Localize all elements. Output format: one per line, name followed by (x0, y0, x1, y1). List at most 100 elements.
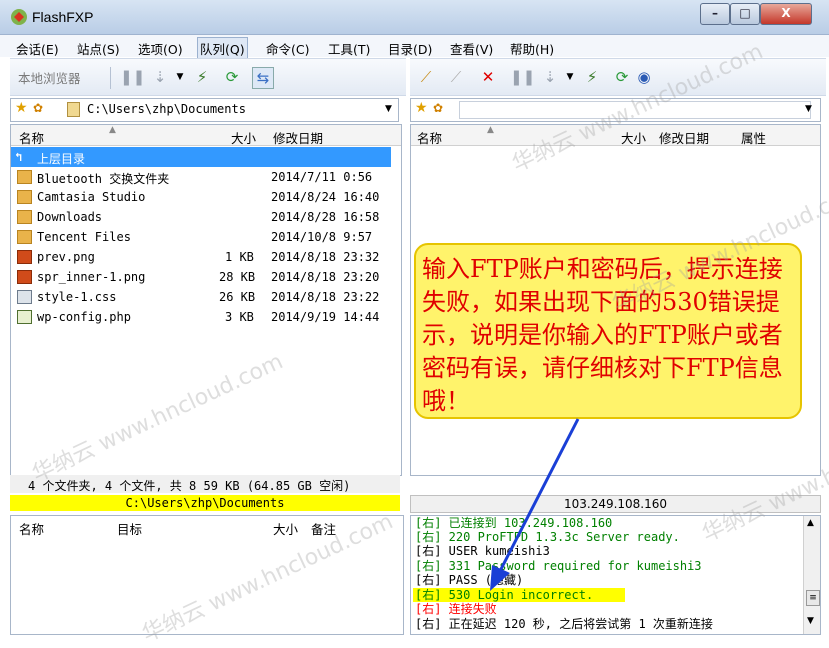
list-item[interactable]: Tencent Files 2014/10/8 9:57 (11, 227, 399, 247)
favorites-icon[interactable]: ✿ (33, 101, 43, 115)
toolbar-separator (110, 67, 111, 89)
menu-tools[interactable]: 工具(T) (328, 39, 370, 58)
column-name[interactable]: 名称 (19, 519, 44, 538)
chevron-down-icon[interactable]: ▼ (385, 104, 392, 114)
flashfxp-logo-icon (11, 9, 27, 25)
column-header-row: 名称 ▲ 大小 修改日期 (11, 125, 401, 146)
connect-icon[interactable]: ⚡ (192, 67, 212, 87)
window-title: FlashFXP (32, 9, 94, 25)
local-path-combo[interactable]: ★ ✿ C:\Users\zhp\Documents ▼ (10, 98, 399, 122)
folder-icon (17, 210, 32, 224)
file-name: wp-config.php (37, 310, 131, 324)
chevron-down-icon[interactable]: ▼ (805, 104, 812, 114)
log-line: [右] 连接失败 (415, 602, 497, 616)
folder-icon (17, 230, 32, 244)
scroll-thumb[interactable]: ≡ (806, 590, 820, 606)
file-size: 3 KB (225, 310, 254, 324)
session-log[interactable]: [右] 已连接到 103.249.108.160 [右] 220 ProFTPD… (410, 515, 821, 635)
annotation-arrow-icon (490, 418, 580, 591)
local-browser-button[interactable]: 本地浏览器 (18, 68, 81, 87)
file-date: 2014/8/18 23:22 (271, 290, 380, 304)
folder-icon (17, 190, 32, 204)
chevron-down-icon[interactable]: ▼ (170, 67, 190, 87)
file-name: Tencent Files (37, 230, 131, 244)
close-button[interactable]: X (760, 3, 812, 25)
local-path-bar: C:\Users\zhp\Documents (10, 495, 400, 511)
column-attributes[interactable]: 属性 (741, 128, 766, 147)
list-item-parent-dir[interactable]: ↰ 上层目录 (11, 147, 391, 167)
column-size[interactable]: 大小 (621, 128, 646, 147)
star-icon[interactable]: ★ (415, 100, 428, 116)
file-date: 2014/8/24 16:40 (271, 190, 380, 204)
column-name[interactable]: 名称 (19, 128, 44, 147)
file-name: style-1.css (37, 290, 117, 304)
list-item[interactable]: wp-config.php 3 KB 2014/9/19 14:44 (11, 307, 399, 327)
annotation-callout: 输入FTP账户和密码后，提示连接失败，如果出现下面的530错误提示，说明是你输入… (414, 243, 802, 419)
list-item[interactable]: spr_inner-1.png 28 KB 2014/8/18 23:20 (11, 267, 399, 287)
php-file-icon (17, 310, 32, 324)
file-name: 上层目录 (37, 152, 86, 166)
file-size: 26 KB (219, 290, 256, 304)
file-name: spr_inner-1.png (37, 270, 146, 284)
scroll-down-icon[interactable]: ▼ (807, 616, 814, 626)
list-item[interactable]: Downloads 2014/8/28 16:58 (11, 207, 399, 227)
connect-icon[interactable]: ⚡ (582, 67, 602, 87)
folder-icon (17, 170, 32, 184)
transfer-icon[interactable]: ⇣ (150, 67, 170, 87)
connect-icon[interactable]: ⟋ (416, 67, 436, 87)
star-icon[interactable]: ★ (15, 100, 28, 116)
sync-icon[interactable]: ⇆ (252, 67, 274, 89)
title-bar: FlashFXP – □ X (0, 0, 829, 35)
column-size[interactable]: 大小 (231, 128, 256, 147)
menu-sites[interactable]: 站点(S) (77, 39, 120, 58)
file-date: 2014/8/18 23:32 (271, 250, 380, 264)
local-status-text: 4 个文件夹, 4 个文件, 共 8 59 KB (64.85 GB 空闲) (28, 479, 351, 493)
minimize-button[interactable]: – (700, 3, 730, 25)
sort-asc-icon: ▲ (109, 125, 116, 135)
file-name: Camtasia Studio (37, 190, 146, 204)
favorites-icon[interactable]: ✿ (433, 101, 443, 115)
menu-help[interactable]: 帮助(H) (510, 39, 554, 58)
column-date[interactable]: 修改日期 (659, 128, 709, 147)
file-size: 28 KB (219, 270, 256, 284)
refresh-icon[interactable]: ⟳ (222, 67, 242, 87)
menu-commands[interactable]: 命令(C) (266, 39, 309, 58)
maximize-button[interactable]: □ (730, 3, 760, 25)
column-name[interactable]: 名称 (417, 128, 442, 147)
sort-asc-icon: ▲ (487, 125, 494, 135)
scroll-up-icon[interactable]: ▲ (807, 518, 814, 528)
file-name: prev.png (37, 250, 95, 264)
menu-view[interactable]: 查看(V) (450, 39, 493, 58)
menu-directory[interactable]: 目录(D) (388, 39, 432, 58)
local-toolbar: 本地浏览器 ❚❚ ⇣ ▼ ⚡ ⟳ ⇆ (10, 58, 406, 96)
column-target[interactable]: 目标 (117, 519, 142, 538)
file-date: 2014/9/19 14:44 (271, 310, 380, 324)
annotation-text: 输入FTP账户和密码后，提示连接失败，如果出现下面的530错误提示，说明是你输入… (422, 255, 783, 415)
log-scrollbar[interactable]: ▲ ≡ ▼ (803, 516, 820, 634)
menu-queue[interactable]: 队列(Q) (197, 37, 248, 60)
transfer-icon[interactable]: ⇣ (540, 67, 560, 87)
pause-icon[interactable]: ❚❚ (120, 67, 145, 87)
file-name: Downloads (37, 210, 103, 224)
abort-icon[interactable]: ✕ (478, 67, 498, 87)
menu-options[interactable]: 选项(O) (138, 39, 183, 58)
file-date: 2014/8/18 23:20 (271, 270, 380, 284)
disconnect-icon[interactable]: ⟋ (446, 67, 466, 87)
file-date: 2014/8/28 16:58 (271, 210, 380, 224)
file-name: Bluetooth 交换文件夹 (37, 172, 170, 186)
pause-icon[interactable]: ❚❚ (510, 67, 535, 87)
folder-icon (67, 102, 80, 117)
refresh-icon[interactable]: ⟳ (612, 67, 632, 87)
list-item[interactable]: style-1.css 26 KB 2014/8/18 23:22 (11, 287, 399, 307)
image-file-icon (17, 270, 32, 284)
local-file-list[interactable]: 名称 ▲ 大小 修改日期 ↰ 上层目录 Bluetooth 交换文件夹 2014… (10, 124, 402, 476)
menu-session[interactable]: 会话(E) (16, 39, 59, 58)
file-date: 2014/7/11 0:56 (271, 170, 373, 184)
list-item[interactable]: Camtasia Studio 2014/8/24 16:40 (11, 187, 399, 207)
file-size: 1 KB (225, 250, 254, 264)
column-size[interactable]: 大小 (273, 519, 298, 538)
chevron-down-icon[interactable]: ▼ (560, 67, 580, 87)
list-item[interactable]: prev.png 1 KB 2014/8/18 23:32 (11, 247, 399, 267)
list-item[interactable]: Bluetooth 交换文件夹 2014/7/11 0:56 (11, 167, 399, 187)
column-date[interactable]: 修改日期 (273, 128, 323, 147)
